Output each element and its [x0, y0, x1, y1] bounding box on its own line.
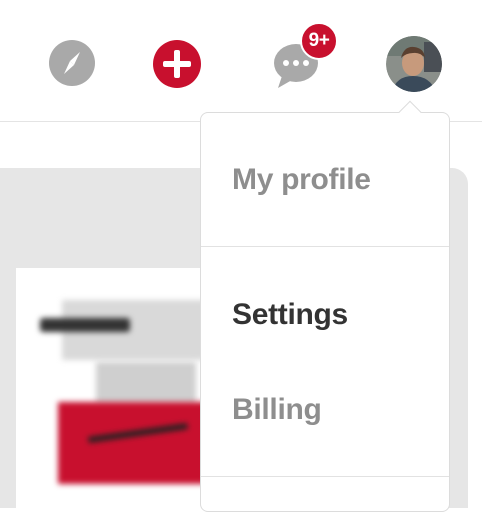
menu-item-settings[interactable]: Settings [232, 298, 348, 332]
blurred-image-area [58, 402, 208, 484]
menu-item-billing[interactable]: Billing [232, 393, 322, 427]
compass-icon[interactable] [48, 39, 96, 87]
menu-item-my-profile[interactable]: My profile [232, 163, 371, 197]
notification-badge: 9+ [300, 22, 338, 60]
blurred-image-area [40, 318, 130, 332]
avatar[interactable] [386, 36, 442, 92]
menu-divider [201, 476, 449, 477]
plus-icon[interactable] [152, 39, 202, 89]
menu-divider [201, 246, 449, 247]
blurred-image-area [96, 362, 196, 404]
